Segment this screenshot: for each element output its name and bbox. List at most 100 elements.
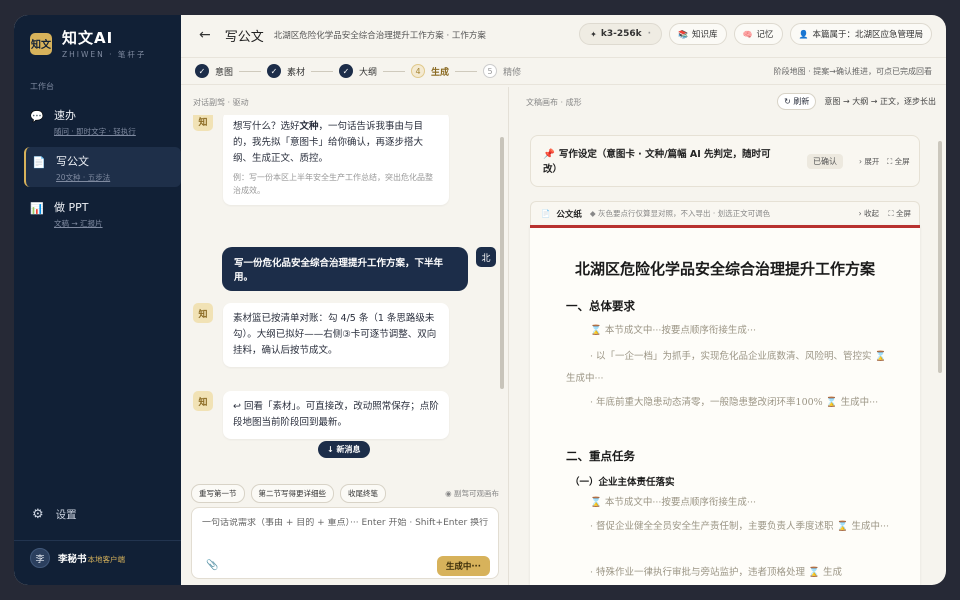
sidebar-nav: 💬 速办 随问 · 即时文字 · 轻执行 📄 写公文 20文种 · 五步法 📊 … bbox=[24, 101, 181, 239]
expand-button[interactable]: › 展开 bbox=[859, 156, 879, 167]
doc-flow-hint: 意图 → 大纲 → 正文，逐步长出 bbox=[824, 97, 936, 106]
step-label: 素材 bbox=[287, 67, 306, 78]
collapse-button[interactable]: › 收起 bbox=[859, 208, 879, 219]
step-connector bbox=[239, 70, 262, 72]
sidebar-item-write-doc[interactable]: 📄 写公文 20文种 · 五步法 bbox=[24, 147, 181, 187]
bot-avatar: 知 bbox=[193, 391, 213, 411]
step-check-icon: ✓ bbox=[267, 64, 282, 78]
step-materials[interactable]: ✓ 素材 bbox=[267, 64, 305, 78]
avatar: 李 bbox=[30, 548, 50, 568]
model-selector[interactable]: ✦ k3-256k · bbox=[579, 23, 663, 45]
document-icon: 📄 bbox=[32, 156, 46, 169]
doc-scrollbar[interactable] bbox=[938, 141, 942, 373]
paper-fullscreen-button[interactable]: ⛶ 全屏 bbox=[888, 208, 911, 219]
pin-icon: 📌 bbox=[543, 149, 555, 160]
document-title: 北湖区危险化学品安全综合治理提升工作方案 bbox=[574, 260, 875, 278]
sidebar-item-sub: 文稿 → 汇报片 bbox=[54, 219, 103, 228]
step-label: 意图 bbox=[215, 67, 234, 78]
bot-avatar: 知 bbox=[193, 115, 213, 131]
sidebar-item-label: 写公文 bbox=[56, 155, 89, 168]
bot-message: 知 想写什么？选好文种，一句话告诉我事由与目的，我先拟「意图卡」给你确认，再逐步… bbox=[193, 115, 449, 205]
document-pane: 文稿画布 · 成形 ↻ 刷新 意图 → 大纲 → 正文，逐步长出 📌 写作设定（意… bbox=[510, 87, 946, 585]
status-badge: 已确认 bbox=[807, 154, 843, 169]
paragraph-text: 本节成文中···按要点顺序衔接生成··· bbox=[604, 497, 756, 508]
step-number: 4 bbox=[411, 64, 426, 78]
refresh-button[interactable]: ↻ 刷新 bbox=[777, 93, 817, 110]
settings-button[interactable]: ⚙ 设置 bbox=[32, 507, 77, 522]
paragraph-text: 年底前重大隐患动态清零，一般隐患整改闭环率100% bbox=[596, 397, 823, 408]
bullet-paragraph: · 特殊作业一律执行审批与旁站监护，违者顶格处理 ⌛ 生成 bbox=[590, 567, 842, 578]
document-paper[interactable]: 北湖区危险化学品安全综合治理提升工作方案 一、总体要求 ⌛ 本节成文中···按要… bbox=[530, 225, 920, 585]
generate-button[interactable]: 生成中··· bbox=[436, 556, 490, 576]
step-check-icon: ✓ bbox=[195, 64, 209, 78]
back-arrow-icon[interactable]: ← bbox=[199, 27, 211, 43]
model-name: k3-256k bbox=[600, 29, 642, 39]
breadcrumb: 北湖区危险化学品安全综合治理提升工作方案 · 工作方案 bbox=[273, 31, 486, 41]
writing-settings-card[interactable]: 📌 写作设定（意图卡 · 文种/篇幅 AI 先判定，随时可改） 已确认 › 展开 … bbox=[530, 135, 920, 187]
chat-messages[interactable]: 知 想写什么？选好文种，一句话告诉我事由与目的，我先拟「意图卡」给你确认，再逐步… bbox=[181, 115, 508, 455]
step-intent[interactable]: ✓ 意图 bbox=[195, 64, 233, 78]
brand: 知文 知文AI ZHIWEN · 笔杆子 bbox=[30, 27, 146, 60]
generating-paragraph: ⌛ 本节成文中···按要点顺序衔接生成··· bbox=[566, 492, 890, 514]
page-icon: 📄 bbox=[541, 209, 551, 218]
brand-title: 知文AI bbox=[62, 29, 114, 47]
user-bubble: 写一份危化品安全综合治理提升工作方案，下半年用。 bbox=[222, 247, 468, 291]
memory-button[interactable]: 🧠 记忆 bbox=[733, 23, 783, 45]
step-label: 精修 bbox=[503, 67, 522, 78]
hourglass-icon: ⌛ bbox=[590, 325, 602, 336]
chip-expand-second[interactable]: 第二节写得更详细些 bbox=[250, 484, 334, 503]
chat-input[interactable] bbox=[202, 518, 492, 528]
chip-finish[interactable]: 收尾终笔 bbox=[340, 484, 386, 503]
speech-bubble-icon: 💬 bbox=[30, 110, 44, 123]
app-logo: 知文 bbox=[30, 32, 52, 55]
generating-text: 生成 bbox=[822, 567, 842, 578]
step-label: 大纲 bbox=[359, 67, 378, 78]
knowledge-base-button[interactable]: 📚 知识库 bbox=[669, 23, 727, 45]
sidebar-item-quick[interactable]: 💬 速办 随问 · 即时文字 · 轻执行 bbox=[24, 101, 181, 141]
step-connector bbox=[311, 70, 334, 72]
app-window: 知文 知文AI ZHIWEN · 笔杆子 工作台 💬 速办 随问 · 即时文字 … bbox=[14, 15, 946, 585]
sidebar-divider bbox=[14, 540, 181, 541]
sidebar-item-ppt[interactable]: 📊 做 PPT 文稿 → 汇报片 bbox=[24, 193, 181, 233]
attach-icon[interactable]: 📎 bbox=[206, 560, 218, 571]
generating-paragraph: ⌛ 本节成文中···按要点顺序衔接生成··· bbox=[566, 320, 890, 342]
main-area: ← 写公文 北湖区危险化学品安全综合治理提升工作方案 · 工作方案 ✦ k3-25… bbox=[181, 15, 946, 585]
chat-pane-label: 对话副驾 · 驱动 bbox=[193, 98, 249, 107]
bot-message: 知 素材篮已按清单对账：勾 4/5 条（1 条思路级未勾）。大纲已拟好——右侧③… bbox=[193, 303, 449, 367]
chat-pane: 对话副驾 · 驱动 知 想写什么？选好文种，一句话告诉我事由与目的，我先拟「意图… bbox=[181, 87, 509, 585]
paper-hint: ◆ 灰色要点行仅算显对照，不入导出 · 划选正文可调色 bbox=[589, 209, 771, 218]
chat-scrollbar[interactable] bbox=[500, 137, 504, 389]
chip-rewrite-first[interactable]: 重写第一节 bbox=[191, 484, 245, 503]
bot-message: 知 ↩ 回看「素材」。可直接改，改动照常保存；点阶段地图当前阶段回到最新。 bbox=[193, 391, 449, 439]
sidebar-item-sub: 随问 · 即时文字 · 轻执行 bbox=[54, 127, 136, 136]
sidebar-section-label: 工作台 bbox=[30, 82, 54, 91]
user-tag: 本地客户端 bbox=[87, 555, 126, 564]
user-profile[interactable]: 李 李秘书本地客户端 bbox=[30, 548, 125, 568]
step-refine[interactable]: 5 精修 bbox=[483, 64, 521, 78]
user-message: 写一份危化品安全综合治理提升工作方案，下半年用。 北 bbox=[222, 247, 496, 291]
paragraph-text: 督促企业健全全员安全生产责任制，主要负责人季度述职 bbox=[596, 521, 834, 532]
sidebar-item-label: 速办 bbox=[54, 109, 76, 122]
step-label: 生成 bbox=[431, 67, 450, 78]
section-heading: 一、总体要求 bbox=[566, 299, 635, 313]
new-message-button[interactable]: ↓ 新消息 bbox=[318, 441, 370, 458]
message-bubble: 想写什么？选好文种，一句话告诉我事由与目的，我先拟「意图卡」给你确认，再逐步搭大… bbox=[223, 115, 449, 205]
step-outline[interactable]: ✓ 大纲 bbox=[339, 64, 377, 78]
owner-selector[interactable]: 👤 本篇属于：北湖区应急管理局 bbox=[789, 23, 932, 45]
step-generate[interactable]: 4 生成 bbox=[411, 64, 449, 78]
top-bar: ← 写公文 北湖区危险化学品安全综合治理提升工作方案 · 工作方案 ✦ k3-25… bbox=[181, 15, 946, 55]
knowledge-label: 知识库 bbox=[692, 30, 718, 40]
paragraph-text: 特殊作业一律执行审批与旁站监护，违者顶格处理 bbox=[596, 567, 806, 578]
fullscreen-button[interactable]: ⛶ 全屏 bbox=[887, 156, 910, 167]
paper-title: 公文纸 bbox=[556, 209, 582, 220]
step-connector bbox=[455, 70, 478, 72]
message-text: 想写什么？选好 bbox=[233, 121, 300, 132]
paragraph-text: 以「一企一档」为抓手，实现危化品企业底数清、风险明、管控实 bbox=[596, 351, 872, 362]
hourglass-icon: ⌛ bbox=[590, 497, 602, 508]
owner-label: 本篇属于：北湖区应急管理局 bbox=[812, 30, 923, 40]
copilot-view-hint: ◉ 副驾可观画布 bbox=[445, 489, 499, 498]
settings-card-text: 写作设定（意图卡 · 文种/篇幅 AI 先判定，随时可改） bbox=[543, 149, 771, 175]
sidebar-item-label: 做 PPT bbox=[54, 201, 89, 214]
chat-composer: 📎 生成中··· bbox=[191, 507, 499, 579]
generating-text: 生成中··· bbox=[566, 373, 604, 384]
